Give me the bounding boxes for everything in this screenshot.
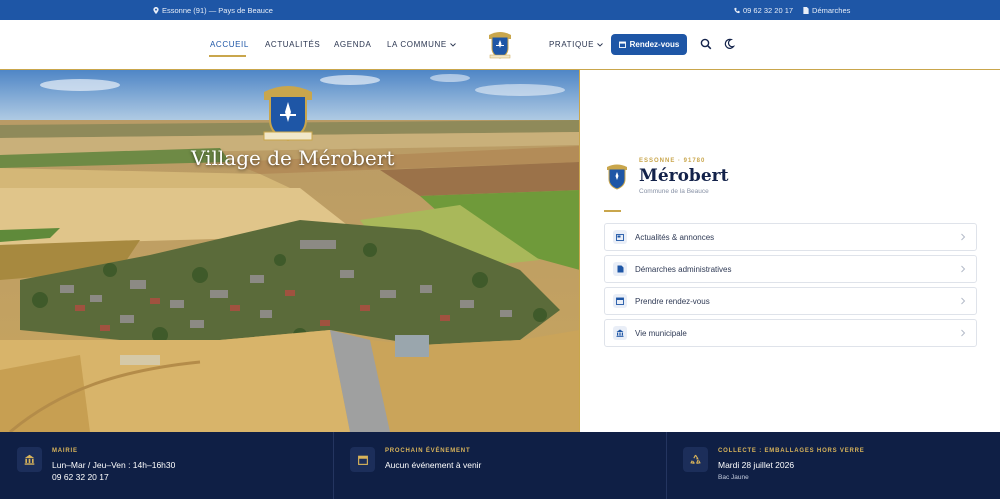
info-collecte: COLLECTE : EMBALLAGES HORS VERRE Mardi 2…	[666, 432, 1000, 499]
demarches-link[interactable]: Démarches	[803, 6, 850, 15]
info-bar: MAIRIE Lun–Mar / Jeu–Ven : 14h–16h30 09 …	[0, 432, 1000, 499]
link-card-actualites[interactable]: Actualités & annonces	[604, 223, 977, 251]
commune-title: Mérobert	[639, 166, 729, 186]
nav-accueil[interactable]: ACCUEIL	[210, 40, 249, 49]
info-hours: Lun–Mar / Jeu–Ven : 14h–16h30	[52, 460, 176, 470]
document-icon	[803, 7, 809, 14]
recycle-icon	[683, 447, 708, 472]
link-card-vie-municipale[interactable]: Vie municipale	[604, 319, 977, 347]
nav-pratique[interactable]: PRATIQUE	[549, 40, 603, 49]
info-title: PROCHAIN ÉVÉNEMENT	[385, 448, 471, 454]
info-next-event: PROCHAIN ÉVÉNEMENT Aucun événement à ven…	[333, 432, 666, 499]
calendar-icon	[618, 41, 626, 48]
rendez-vous-label: Rendez-vous	[629, 40, 680, 49]
info-mairie: MAIRIE Lun–Mar / Jeu–Ven : 14h–16h30 09 …	[0, 432, 333, 499]
document-icon	[613, 262, 627, 276]
chevron-right-icon	[961, 265, 966, 273]
gold-divider	[604, 210, 621, 212]
commune-crest-icon	[607, 164, 627, 190]
dark-mode-moon-icon[interactable]	[723, 38, 735, 50]
commune-panel: ESSONNE · 91780 Mérobert Commune de la B…	[581, 70, 1000, 432]
chevron-right-icon	[961, 297, 966, 305]
hero-aerial-image: Village de Mérobert	[0, 70, 580, 432]
chevron-down-icon	[597, 42, 603, 47]
location-text: Essonne (91) — Pays de Beauce	[162, 6, 273, 15]
search-icon[interactable]	[700, 38, 712, 50]
nav-pratique-label: PRATIQUE	[549, 40, 595, 49]
link-card-demarches[interactable]: Démarches administratives	[604, 255, 977, 283]
info-title: COLLECTE : EMBALLAGES HORS VERRE	[718, 448, 865, 454]
hero-title: Village de Mérobert	[191, 146, 395, 170]
nav-agenda[interactable]: AGENDA	[334, 40, 371, 49]
link-card-label: Vie municipale	[635, 328, 687, 338]
info-collecte-bac: Bac Jaune	[718, 474, 749, 481]
top-bar: Essonne (91) — Pays de Beauce 09 62 32 2…	[0, 0, 1000, 20]
rendez-vous-button[interactable]: Rendez-vous	[611, 34, 687, 55]
calendar-icon	[350, 447, 375, 472]
village-crest-emblem	[263, 86, 313, 142]
chevron-right-icon	[961, 329, 966, 337]
link-card-rendez-vous[interactable]: Prendre rendez-vous	[604, 287, 977, 315]
info-collecte-date: Mardi 28 juillet 2026	[718, 460, 795, 470]
active-nav-underline	[209, 55, 246, 57]
phone-icon	[734, 7, 740, 14]
phone-link[interactable]: 09 62 32 20 17	[734, 6, 793, 15]
commune-subtitle: Commune de la Beauce	[639, 188, 709, 195]
demarches-text: Démarches	[812, 6, 851, 15]
nav-la-commune[interactable]: LA COMMUNE	[387, 40, 456, 49]
town-hall-icon	[613, 326, 627, 340]
link-card-label: Prendre rendez-vous	[635, 296, 710, 306]
phone-text: 09 62 32 20 17	[743, 6, 794, 15]
nav-actualites[interactable]: ACTUALITÉS	[265, 40, 320, 49]
info-event-text: Aucun événement à venir	[385, 460, 482, 470]
map-pin-icon	[153, 7, 159, 14]
commune-eyebrow: ESSONNE · 91780	[639, 158, 706, 164]
info-phone[interactable]: 09 62 32 20 17	[52, 472, 109, 482]
newspaper-icon	[613, 230, 627, 244]
link-card-label: Démarches administratives	[635, 264, 732, 274]
main-nav: ACCUEIL ACTUALITÉS AGENDA LA COMMUNE PRA…	[0, 20, 1000, 70]
town-hall-icon	[17, 447, 42, 472]
nav-la-commune-label: LA COMMUNE	[387, 40, 447, 49]
calendar-icon	[613, 294, 627, 308]
location-info: Essonne (91) — Pays de Beauce	[153, 6, 273, 15]
link-card-label: Actualités & annonces	[635, 232, 715, 242]
chevron-down-icon	[449, 42, 456, 47]
info-title: MAIRIE	[52, 448, 78, 454]
chevron-right-icon	[961, 233, 966, 241]
village-crest-logo[interactable]	[485, 29, 515, 61]
